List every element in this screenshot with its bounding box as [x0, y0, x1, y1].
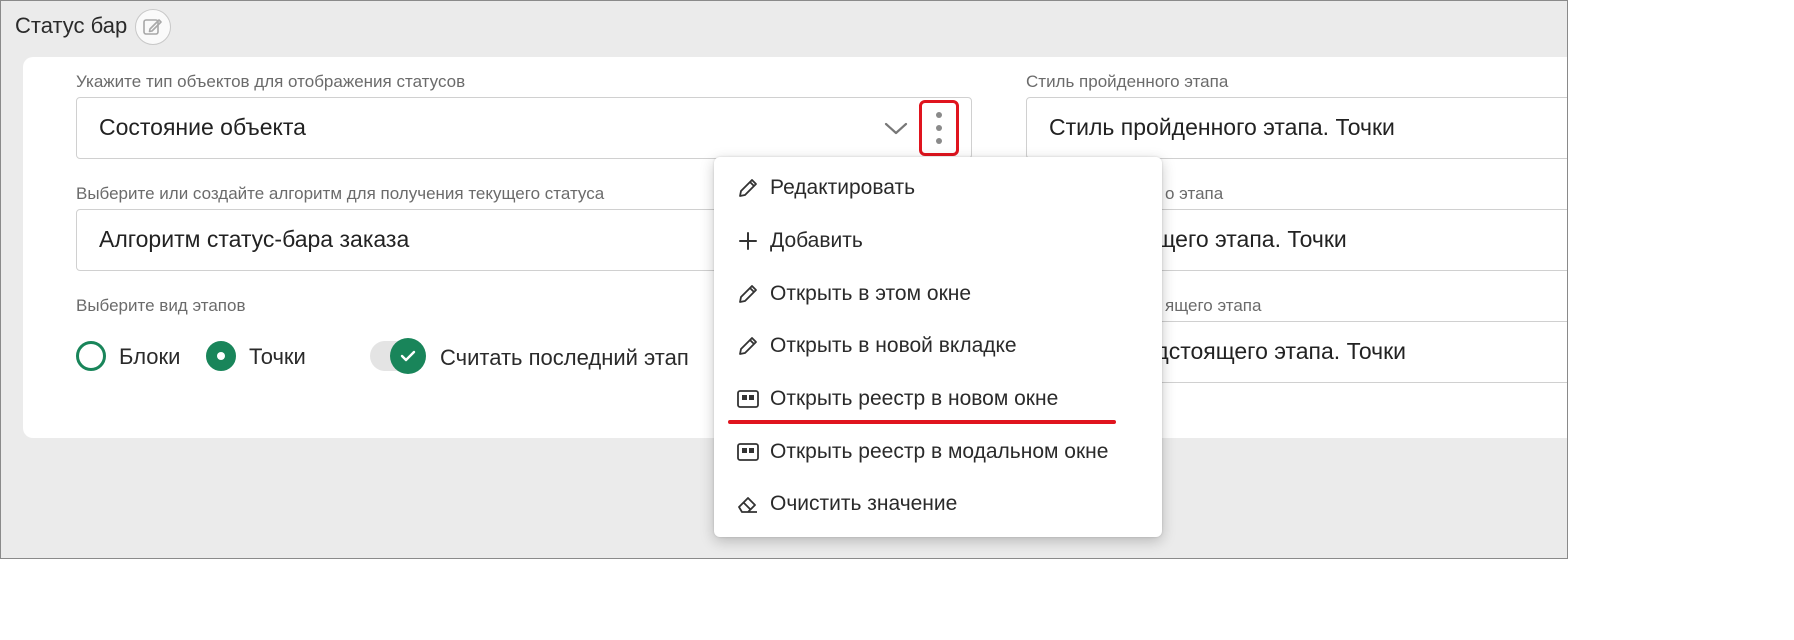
menu-item-clear-value[interactable]: Очистить значение [714, 479, 1162, 529]
current-style-value: ущего этапа. Точки [1145, 226, 1347, 252]
pencil-icon [736, 176, 760, 200]
menu-item-open-registry-new-window[interactable]: Открыть реестр в новом окне [714, 374, 1162, 424]
registry-icon [736, 440, 760, 464]
algorithm-label: Выберите или создайте алгоритм для получ… [76, 184, 605, 203]
eraser-icon [736, 492, 760, 516]
more-vert-dot [936, 138, 942, 144]
upcoming-style-value: едстоящего этапа. Точки [1143, 338, 1407, 364]
radio-dots-label[interactable]: Точки [249, 344, 306, 370]
passed-style-select[interactable]: Стиль пройденного этапа. Точки [1026, 97, 1567, 159]
object-type-select[interactable]: Состояние объекта [76, 97, 972, 159]
more-vert-icon [936, 112, 942, 118]
highlight-underline [728, 420, 1116, 424]
last-stage-toggle-label[interactable]: Считать последний этап [440, 345, 689, 371]
stage-view-label: Выберите вид этапов [76, 296, 246, 315]
menu-item-open-new-tab[interactable]: Открыть в новой вкладке [714, 321, 1162, 371]
upcoming-style-label: ящего этапа [1165, 296, 1262, 315]
menu-item-add[interactable]: Добавить [714, 216, 1162, 266]
menu-item-label: Открыть реестр в новом окне [770, 387, 1059, 410]
chevron-down-icon[interactable] [883, 120, 909, 138]
edit-icon [143, 19, 162, 35]
object-type-value: Состояние объекта [99, 114, 306, 140]
current-style-label: о этапа [1165, 184, 1224, 203]
more-vert-dot [936, 125, 942, 131]
menu-item-label: Открыть реестр в модальном окне [770, 440, 1109, 463]
more-options-button[interactable] [919, 100, 959, 156]
radio-blocks[interactable] [76, 341, 106, 371]
menu-item-open-this-window[interactable]: Открыть в этом окне [714, 269, 1162, 319]
page-background [0, 559, 1794, 640]
registry-icon [736, 387, 760, 411]
check-icon [400, 350, 416, 362]
toggle-knob[interactable] [390, 338, 426, 374]
menu-item-label: Открыть в новой вкладке [770, 334, 1017, 357]
pencil-icon [736, 334, 760, 358]
pencil-icon [736, 282, 760, 306]
object-type-label: Укажите тип объектов для отображения ста… [76, 72, 466, 91]
status-bar-settings-frame: Статус бар Укажите тип объектов для отоб… [0, 0, 1568, 559]
algorithm-value: Алгоритм статус-бара заказа [99, 226, 410, 252]
radio-blocks-label[interactable]: Блоки [119, 344, 180, 370]
menu-item-label: Открыть в этом окне [770, 282, 972, 305]
edit-title-button[interactable] [135, 9, 171, 45]
passed-style-label: Стиль пройденного этапа [1026, 72, 1229, 91]
menu-item-label: Добавить [770, 229, 863, 252]
menu-item-label: Очистить значение [770, 492, 958, 515]
context-menu: Редактировать Добавить Открыть в этом ок… [714, 157, 1162, 537]
plus-icon [736, 229, 760, 253]
passed-style-value: Стиль пройденного этапа. Точки [1049, 114, 1395, 140]
section-title: Статус бар [15, 13, 128, 38]
menu-item-edit[interactable]: Редактировать [714, 163, 1162, 213]
radio-dots[interactable] [206, 341, 236, 371]
menu-item-open-registry-modal[interactable]: Открыть реестр в модальном окне [714, 427, 1162, 477]
menu-item-label: Редактировать [770, 176, 916, 199]
